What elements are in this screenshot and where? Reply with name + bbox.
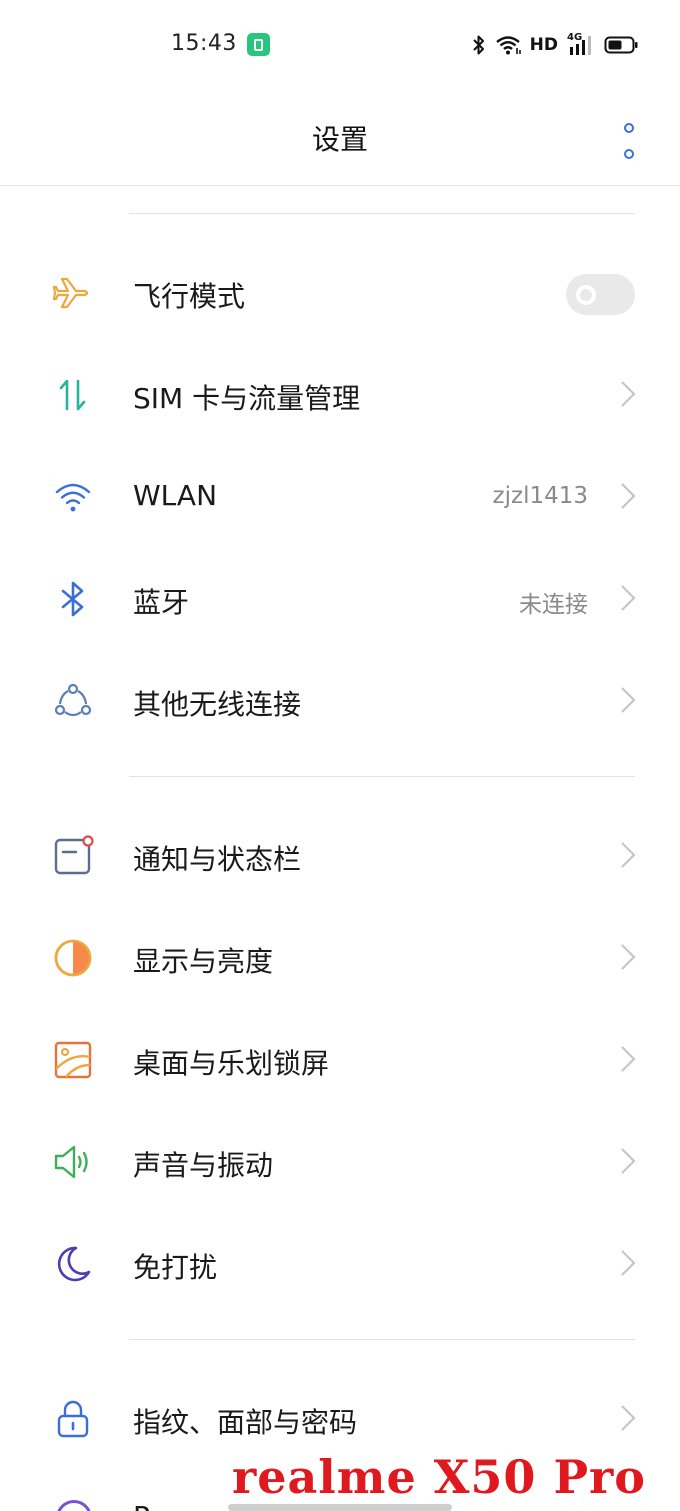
app-notification-icon xyxy=(247,33,270,56)
setting-label: 通知与状态栏 xyxy=(133,843,302,876)
wlan-network-name: zjzl1413 xyxy=(492,483,588,509)
wifi-status-icon xyxy=(495,36,521,55)
connections-icon xyxy=(50,678,96,724)
device-watermark: realme X50 Pro xyxy=(232,1450,646,1504)
lock-icon xyxy=(50,1396,96,1442)
chevron-right-icon xyxy=(621,585,636,611)
setting-row-wlan[interactable]: WLAN zjzl1413 xyxy=(0,446,680,546)
chevron-right-icon xyxy=(621,1046,636,1072)
status-bar: 15:43 HD 4G xyxy=(0,0,680,90)
setting-label: 免打扰 xyxy=(133,1251,218,1284)
page-title: 设置 xyxy=(311,123,368,156)
setting-label: SIM 卡与流量管理 xyxy=(133,382,361,415)
section-divider xyxy=(129,1339,635,1340)
setting-label: 其他无线连接 xyxy=(133,688,302,721)
chevron-right-icon xyxy=(621,483,636,509)
wallpaper-icon xyxy=(50,1037,96,1083)
bluetooth-icon xyxy=(50,576,96,622)
section-divider xyxy=(129,213,635,214)
hd-indicator: HD xyxy=(529,35,558,55)
setting-row-bluetooth[interactable]: 蓝牙 未连接 xyxy=(0,548,680,648)
setting-label: 桌面与乐划锁屏 xyxy=(133,1047,330,1080)
bluetooth-status-icon xyxy=(472,35,484,55)
settings-screen: 15:43 HD 4G 设置 飞行模式 SIM 卡与流量管理 WLAN zjzl… xyxy=(0,0,680,1511)
chevron-right-icon xyxy=(621,1405,636,1431)
chevron-right-icon xyxy=(621,1148,636,1174)
setting-row-sound[interactable]: 声音与振动 xyxy=(0,1111,680,1211)
setting-row-do-not-disturb[interactable]: 免打扰 xyxy=(0,1213,680,1313)
status-time: 15:43 xyxy=(171,31,237,56)
notification-icon xyxy=(50,833,96,879)
setting-label: 飞行模式 xyxy=(133,280,246,313)
setting-row-airplane-mode[interactable]: 飞行模式 xyxy=(0,242,680,342)
bluetooth-status: 未连接 xyxy=(519,592,588,618)
title-bar: 设置 xyxy=(0,90,680,186)
partial-row-label[interactable]: P xyxy=(133,1500,150,1511)
setting-row-notifications[interactable]: 通知与状态栏 xyxy=(0,805,680,905)
setting-row-display[interactable]: 显示与亮度 xyxy=(0,907,680,1007)
setting-label: WLAN xyxy=(133,479,218,512)
home-indicator[interactable] xyxy=(228,1504,452,1511)
status-indicators: HD 4G xyxy=(472,30,638,60)
chevron-right-icon xyxy=(621,842,636,868)
speaker-icon xyxy=(50,1139,96,1185)
setting-label: 指纹、面部与密码 xyxy=(133,1406,358,1439)
setting-row-home-screen[interactable]: 桌面与乐划锁屏 xyxy=(0,1009,680,1109)
airplane-mode-toggle[interactable] xyxy=(566,274,635,315)
wifi-icon xyxy=(50,474,96,520)
chevron-right-icon xyxy=(621,944,636,970)
battery-icon xyxy=(604,36,638,54)
chevron-right-icon xyxy=(621,1250,636,1276)
brightness-icon xyxy=(50,935,96,981)
section-divider xyxy=(129,776,635,777)
airplane-icon xyxy=(50,270,96,316)
setting-row-other-wireless[interactable]: 其他无线连接 xyxy=(0,650,680,750)
chevron-right-icon xyxy=(621,687,636,713)
more-options-icon[interactable] xyxy=(618,123,640,159)
chevron-right-icon xyxy=(621,381,636,407)
setting-label: 蓝牙 xyxy=(133,586,190,619)
partial-row-icon xyxy=(56,1500,92,1511)
setting-label: 声音与振动 xyxy=(133,1149,274,1182)
setting-label: 显示与亮度 xyxy=(133,945,274,978)
sim-data-icon xyxy=(50,372,96,418)
moon-icon xyxy=(50,1241,96,1287)
cellular-signal-icon: 4G xyxy=(567,32,595,57)
setting-row-sim[interactable]: SIM 卡与流量管理 xyxy=(0,344,680,444)
